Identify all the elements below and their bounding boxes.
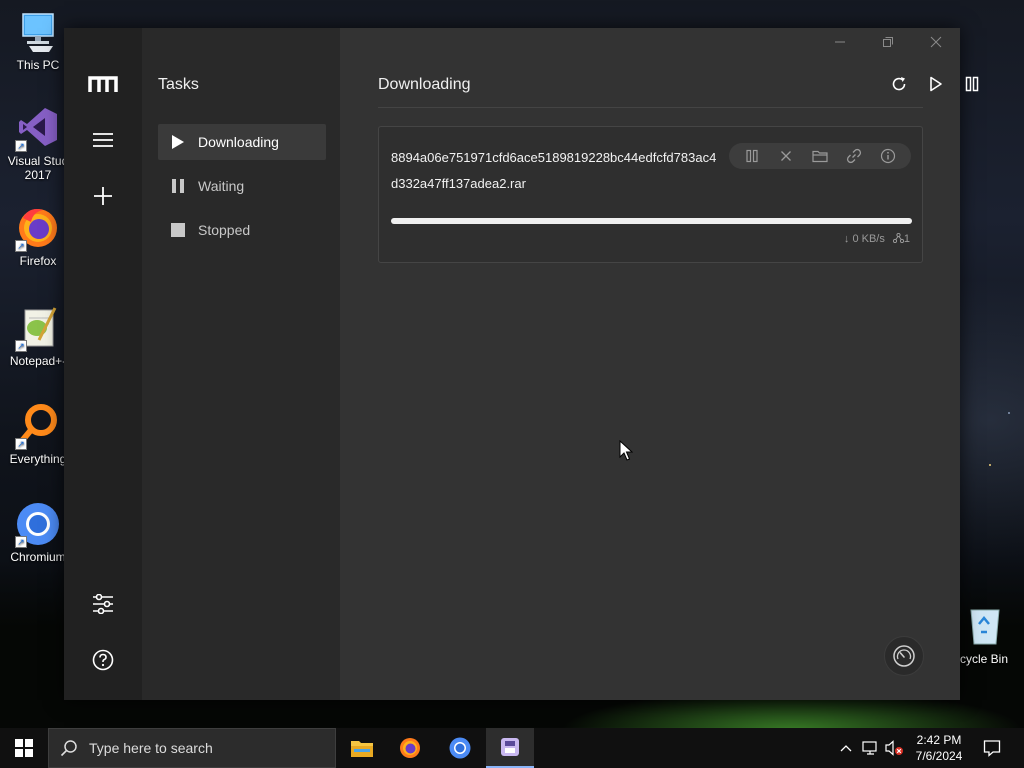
download-speed: ↓ 0 KB/s [843, 233, 885, 245]
everything-icon: ↗ [15, 402, 61, 450]
motrix-icon [501, 738, 519, 756]
chevron-up-icon [840, 745, 852, 752]
app-logo [87, 68, 119, 100]
taskbar-clock[interactable]: 2:42 PM 7/6/2024 [906, 732, 972, 764]
task-progress-bar [391, 218, 912, 224]
taskbar-chromium[interactable] [436, 728, 484, 768]
task-actions-bar [729, 143, 911, 169]
download-manager-window: Tasks Downloading Waiting Stopped Downlo… [64, 28, 979, 700]
recycle-bin-icon [961, 602, 1007, 648]
taskbar-file-explorer[interactable] [338, 728, 386, 768]
volume-status[interactable] [884, 728, 906, 768]
taskbar-search-box[interactable]: Type here to search [48, 728, 336, 768]
task-item[interactable]: 8894a06e751971cfd6ace5189819228bc44edfcf… [378, 126, 923, 263]
link-icon[interactable] [843, 145, 865, 167]
maximize-button[interactable] [874, 34, 902, 50]
sidebar-item-label: Stopped [198, 222, 251, 238]
header-divider [378, 107, 923, 108]
connections-value: 1 [903, 233, 910, 245]
firefox-icon: ↗ [15, 204, 61, 252]
notepad-plus-plus-icon: ↗ [15, 304, 61, 352]
main-panel: Downloading 8894a06e751971cfd6ace5189819… [340, 28, 979, 700]
add-task-icon[interactable] [87, 180, 119, 212]
clock-time: 2:42 PM [916, 733, 962, 747]
taskbar-firefox[interactable] [386, 728, 434, 768]
action-center-button[interactable] [978, 728, 1006, 768]
help-icon[interactable] [87, 644, 119, 676]
desktop-icon-label: Visual Stud 2017 [7, 154, 69, 182]
sidebar-item-waiting[interactable]: Waiting [158, 168, 326, 204]
connections-count: 1 [892, 232, 910, 245]
pause-icon [158, 178, 198, 194]
sidebar-item-label: Downloading [198, 134, 279, 150]
sidebar-title: Tasks [158, 76, 199, 93]
page-title: Downloading [378, 76, 471, 93]
start-button[interactable] [0, 728, 48, 768]
connections-icon [892, 232, 904, 244]
app-rail [64, 28, 142, 700]
preferences-icon[interactable] [87, 588, 119, 620]
windows-icon [15, 739, 33, 757]
firefox-icon [400, 738, 420, 758]
network-status[interactable] [860, 728, 882, 768]
clock-date: 7/6/2024 [915, 749, 963, 763]
visual-studio-icon: ↗ [15, 104, 61, 152]
sidebar-item-downloading[interactable]: Downloading [158, 124, 326, 160]
task-stats: ↓ 0 KB/s 1 [843, 232, 910, 245]
task-file-name: 8894a06e751971cfd6ace5189819228bc44edfcf… [391, 150, 717, 191]
taskbar: Type here to search 2:42 PM 7/6/2024 [0, 728, 1024, 768]
mouse-cursor-icon [619, 439, 634, 467]
info-icon[interactable] [877, 145, 899, 167]
speed-limit-icon[interactable] [884, 636, 924, 676]
stop-icon [158, 222, 198, 238]
this-pc-icon [15, 8, 61, 54]
network-icon [862, 741, 877, 755]
resume-all-icon[interactable] [924, 72, 948, 96]
folder-icon[interactable] [809, 145, 831, 167]
pause-all-icon[interactable] [960, 72, 984, 96]
task-progress-fill [391, 218, 912, 224]
remove-task-icon[interactable] [775, 145, 797, 167]
volume-muted-icon [885, 740, 903, 756]
refresh-icon[interactable] [887, 72, 911, 96]
sidebar-item-label: Waiting [198, 178, 245, 194]
pause-task-icon[interactable] [741, 145, 763, 167]
taskbar-motrix[interactable] [486, 728, 534, 768]
minimize-button[interactable] [826, 34, 854, 50]
search-placeholder: Type here to search [89, 740, 213, 756]
notification-icon [983, 740, 1001, 757]
task-sidebar: Tasks Downloading Waiting Stopped [142, 28, 340, 700]
show-hidden-icons-button[interactable] [836, 728, 856, 768]
close-window-button[interactable] [922, 34, 950, 50]
sidebar-item-stopped[interactable]: Stopped [158, 212, 326, 248]
search-icon [49, 739, 89, 757]
file-explorer-icon [351, 741, 373, 757]
chromium-icon: ↗ [15, 500, 61, 548]
menu-icon[interactable] [87, 124, 119, 156]
chromium-icon [449, 737, 471, 759]
play-icon [158, 134, 198, 150]
